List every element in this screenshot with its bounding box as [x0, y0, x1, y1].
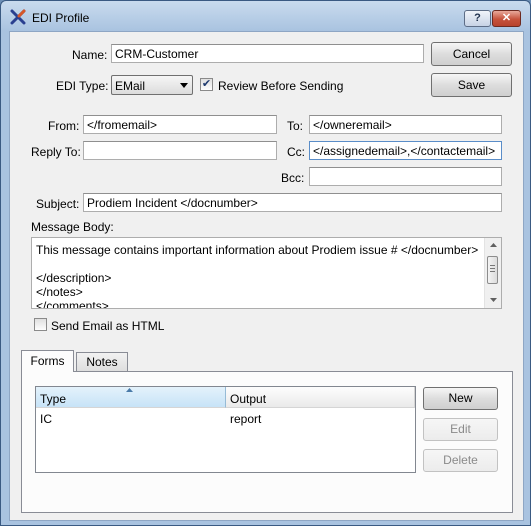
subject-field[interactable]: Prodiem Incident </docnumber>	[83, 193, 502, 212]
forms-table: Type Output IC report	[35, 386, 416, 473]
window-title: EDI Profile	[32, 11, 90, 25]
table-cell-type: IC	[40, 412, 52, 426]
from-field[interactable]: </fromemail>	[83, 115, 277, 134]
reply-to-label: Reply To:	[31, 145, 81, 159]
title-bar[interactable]: EDI Profile ? ✕	[1, 1, 530, 31]
bcc-field[interactable]	[309, 167, 502, 186]
cc-label: Cc:	[287, 145, 305, 159]
cc-field[interactable]: </assignedemail>,</contactemail>	[309, 141, 502, 160]
help-button[interactable]: ?	[464, 10, 491, 27]
message-line: </comments>	[36, 299, 109, 309]
delete-form-button[interactable]: Delete	[423, 449, 498, 472]
message-body-textarea[interactable]: This message contains important informat…	[31, 237, 502, 309]
cancel-button[interactable]: Cancel	[431, 42, 512, 66]
to-label: To:	[287, 119, 304, 133]
column-header-output[interactable]: Output	[226, 387, 415, 408]
message-line	[32, 257, 501, 271]
table-cell-output: report	[230, 412, 262, 426]
name-field[interactable]: CRM-Customer	[111, 44, 424, 63]
edi-type-label: EDI Type:	[56, 79, 109, 93]
edi-type-select[interactable]: EMail	[111, 75, 193, 95]
message-body-scrollbar[interactable]	[484, 238, 501, 308]
scroll-down-icon[interactable]	[490, 298, 497, 302]
send-as-html-checkbox[interactable]	[34, 318, 47, 331]
checkmark-icon: ✔	[201, 78, 212, 90]
reply-to-field[interactable]	[83, 141, 277, 160]
edi-profile-window: EDI Profile ? ✕ Name: CRM-Customer Cance…	[0, 0, 531, 526]
from-label: From:	[48, 119, 80, 133]
subject-label: Subject:	[36, 197, 80, 211]
sort-ascending-icon	[126, 388, 133, 392]
dialog-body: Name: CRM-Customer Cancel EDI Type: EMai…	[9, 31, 524, 521]
forms-tab-panel: Type Output IC report New Edit Delete	[21, 371, 513, 513]
message-body-label: Message Body:	[31, 220, 114, 234]
tab-notes[interactable]: Notes	[76, 352, 128, 371]
message-line: This message contains important informat…	[36, 243, 479, 257]
name-label: Name:	[72, 48, 108, 62]
message-body-content: This message contains important informat…	[32, 238, 501, 309]
save-button[interactable]: Save	[431, 73, 512, 97]
bcc-label: Bcc:	[281, 171, 305, 185]
new-form-button[interactable]: New	[423, 387, 498, 410]
review-before-sending-checkbox[interactable]: ✔	[200, 78, 213, 91]
edit-form-button[interactable]: Edit	[423, 418, 498, 441]
table-row[interactable]: IC report	[36, 409, 415, 427]
column-header-type[interactable]: Type	[36, 387, 226, 408]
app-logo-icon	[10, 9, 26, 25]
column-header-output-label: Output	[230, 392, 267, 406]
message-line: </description>	[36, 271, 112, 285]
column-header-type-label: Type	[40, 392, 67, 406]
send-as-html-label: Send Email as HTML	[51, 319, 165, 333]
scroll-thumb[interactable]	[487, 256, 498, 284]
tab-forms[interactable]: Forms	[21, 350, 74, 372]
review-before-sending-label: Review Before Sending	[218, 79, 344, 93]
edi-type-value: EMail	[115, 79, 146, 93]
chevron-down-icon	[180, 83, 188, 88]
to-field[interactable]: </owneremail>	[309, 115, 502, 134]
close-button[interactable]: ✕	[492, 10, 521, 27]
scroll-up-icon[interactable]	[490, 243, 497, 247]
message-line: </notes>	[36, 285, 83, 299]
